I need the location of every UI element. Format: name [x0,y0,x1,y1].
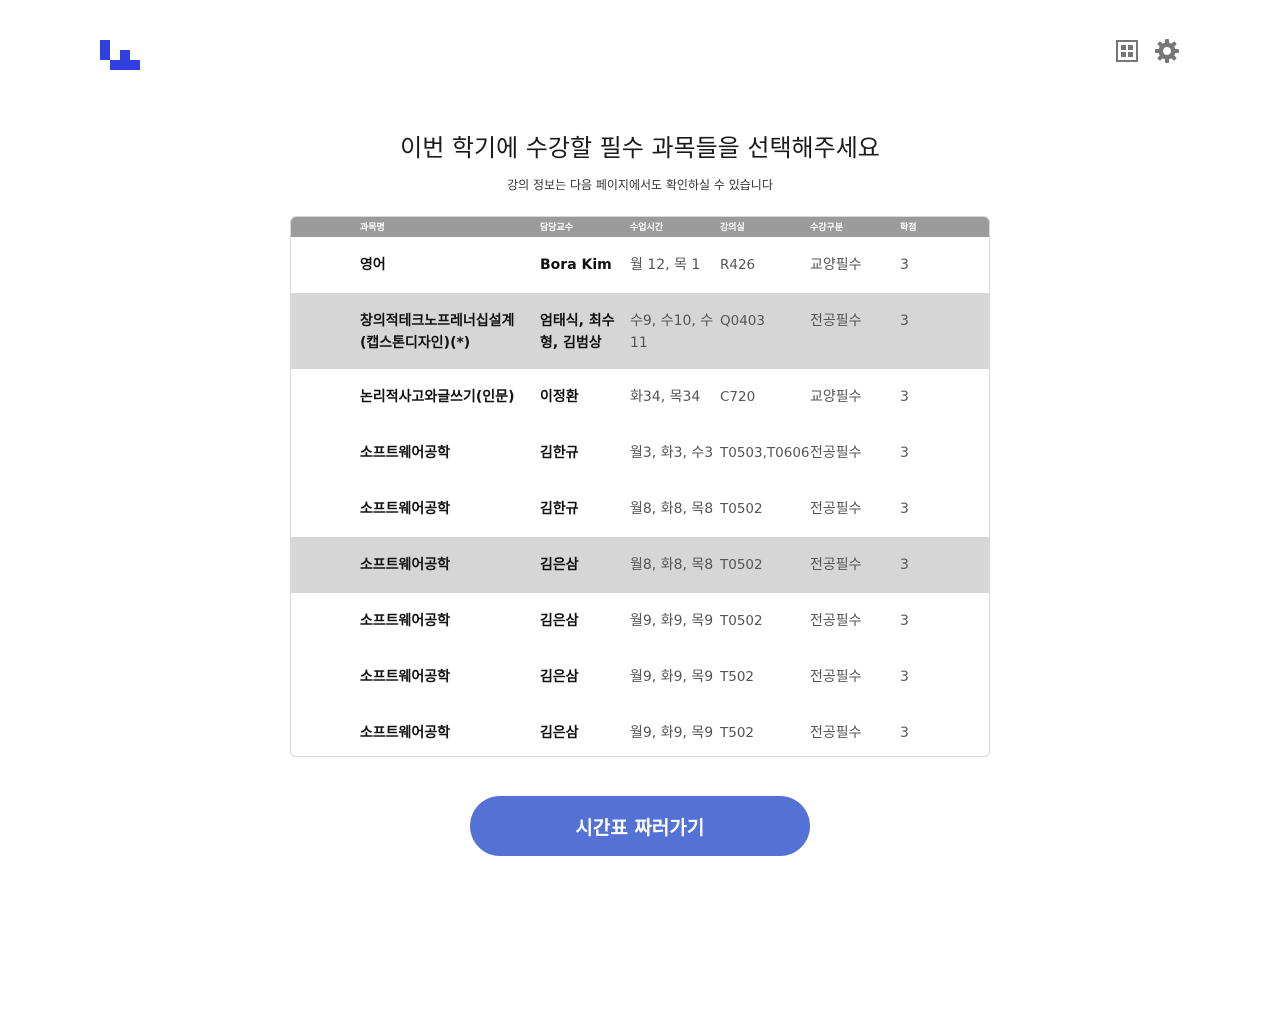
course-type: 전공필수 [810,613,862,629]
credits: 3 [900,389,909,405]
gear-icon[interactable] [1154,38,1180,64]
credits: 3 [900,725,909,741]
classroom: C720 [720,389,756,405]
classroom: T0502 [720,613,763,629]
page-subtitle: 강의 정보는 다음 페이지에서도 확인하실 수 있습니다 [507,178,773,192]
course-name: 논리적사고와글쓰기(인문) [360,389,515,405]
professor-name: 이정환 [540,389,579,405]
column-header-name: 과목명 [360,223,385,233]
table-row[interactable]: 소프트웨어공학 김은삼 월9, 화9, 목9 T0502 전공필수 3 [291,593,989,649]
professor-name: Bora Kim [540,257,612,273]
course-type: 전공필수 [810,313,862,329]
course-type: 전공필수 [810,501,862,517]
credits: 3 [900,445,909,461]
table-row[interactable]: 논리적사고와글쓰기(인문) 이정환 화34, 목34 C720 교양필수 3 [291,369,989,425]
app-logo[interactable] [100,40,140,70]
course-name: 영어 [360,257,386,273]
table-body: 영어 Bora Kim 월 12, 목 1 R426 교양필수 3 창의적테크노프레너십설계… [291,237,989,756]
course-type: 교양필수 [810,389,862,405]
class-time: 월8, 화8, 목8 [630,557,714,573]
column-header-professor: 담당교수 [540,223,574,233]
table-row[interactable]: 소프트웨어공학 김은삼 월8, 화8, 목8 T0502 전공필수 3 [291,537,989,593]
class-time: 화34, 목34 [630,389,701,405]
credits: 3 [900,669,909,685]
professor-name: 김은삼 [540,613,579,629]
table-header: 과목명 담당교수 수업시간 강의실 수강구분 학점 [291,217,989,237]
table-row[interactable]: 소프트웨어공학 김한규 월8, 화8, 목8 T0502 전공필수 3 [291,481,989,537]
class-time: 월9, 화9, 목9 [630,669,714,685]
professor-name: 김은삼 [540,669,579,685]
course-name: 소프트웨어공학 [360,445,451,461]
course-name: 소프트웨어공학 [360,613,451,629]
course-name: 창의적테크노프레너십설계(캡스톤디자인)(*) [360,313,515,351]
classroom: T0502 [720,501,763,517]
professor-name: 김은삼 [540,557,579,573]
table-row[interactable]: 소프트웨어공학 김은삼 월9, 화9, 목9 T502 전공필수 3 [291,705,989,756]
classroom: Q0403 [720,313,765,329]
column-header-credits: 학점 [900,223,917,233]
credits: 3 [900,501,909,517]
credits: 3 [900,313,909,329]
professor-name: 김은삼 [540,725,579,741]
grid-view-icon[interactable] [1114,38,1140,64]
professor-name: 김한규 [540,445,579,461]
course-table: 과목명 담당교수 수업시간 강의실 수강구분 학점 영어 Bora Kim 월 12… [290,216,990,757]
logo-block [100,40,110,60]
table-row[interactable]: 창의적테크노프레너십설계(캡스톤디자인)(*) 엄태식, 최수형, 김범상 수9, … [291,293,989,369]
table-row[interactable]: 소프트웨어공학 김은삼 월9, 화9, 목9 T502 전공필수 3 [291,649,989,705]
course-name: 소프트웨어공학 [360,669,451,685]
column-header-type: 수강구분 [810,223,844,233]
class-time: 월8, 화8, 목8 [630,501,714,517]
column-header-room: 강의실 [720,223,745,233]
credits: 3 [900,257,909,273]
course-name: 소프트웨어공학 [360,557,451,573]
make-timetable-button[interactable]: 시간표 짜러가기 [470,796,810,856]
credits: 3 [900,613,909,629]
classroom: R426 [720,257,756,273]
logo-block [120,50,130,60]
classroom: T502 [720,669,755,685]
class-time: 월3, 화3, 수3 [630,445,714,461]
course-type: 전공필수 [810,557,862,573]
table-row[interactable]: 소프트웨어공학 김한규 월3, 화3, 수3 T0503,T0606 전공필수 3 [291,425,989,481]
logo-block [110,60,140,70]
classroom: T502 [720,725,755,741]
column-header-time: 수업시간 [630,223,664,233]
credits: 3 [900,557,909,573]
course-type: 전공필수 [810,669,862,685]
class-time: 수9, 수10, 수11 [630,313,714,351]
class-time: 월9, 화9, 목9 [630,613,714,629]
table-row[interactable]: 영어 Bora Kim 월 12, 목 1 R426 교양필수 3 [291,237,989,293]
professor-name: 김한규 [540,501,579,517]
professor-name: 엄태식, 최수형, 김범상 [540,313,615,351]
page-title: 이번 학기에 수강할 필수 과목들을 선택해주세요 [400,134,880,162]
course-name: 소프트웨어공학 [360,501,451,517]
class-time: 월 12, 목 1 [630,257,701,273]
course-type: 전공필수 [810,725,862,741]
classroom: T0502 [720,557,763,573]
course-name: 소프트웨어공학 [360,725,451,741]
header-actions [1114,38,1180,64]
course-type: 전공필수 [810,445,862,461]
course-type: 교양필수 [810,257,862,273]
class-time: 월9, 화9, 목9 [630,725,714,741]
classroom: T0503,T0606 [720,445,810,461]
